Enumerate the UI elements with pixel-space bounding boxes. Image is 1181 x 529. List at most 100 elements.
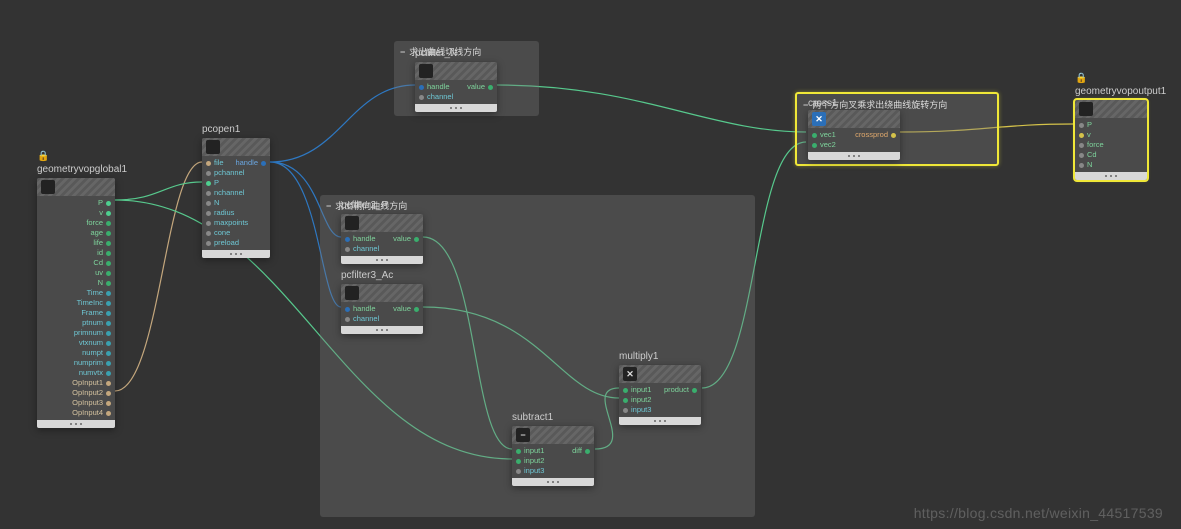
output-port[interactable] xyxy=(106,201,111,206)
output-port[interactable] xyxy=(106,331,111,336)
port-row: nchannel xyxy=(206,188,266,198)
port-row: filehandle xyxy=(206,158,266,168)
input-port[interactable] xyxy=(206,221,211,226)
port-label: input2 xyxy=(631,395,651,405)
output-port[interactable] xyxy=(106,241,111,246)
port-row: input1diff xyxy=(516,446,590,456)
output-port[interactable] xyxy=(106,401,111,406)
port-row: Frame xyxy=(41,308,111,318)
input-port[interactable] xyxy=(1079,133,1084,138)
node-title: geometryvopglobal1 xyxy=(37,164,127,175)
port-label: channel xyxy=(353,314,379,324)
watermark-text: https://blog.csdn.net/weixin_44517539 xyxy=(914,505,1163,521)
output-port[interactable] xyxy=(106,281,111,286)
input-port[interactable] xyxy=(206,191,211,196)
node-cross1[interactable]: cross1 ✕ vec1crossprodvec2 xyxy=(808,110,900,160)
input-port[interactable] xyxy=(516,459,521,464)
input-port[interactable] xyxy=(206,201,211,206)
port-row: vtxnum xyxy=(41,338,111,348)
node-geometryvopglobal1[interactable]: 🔒 geometryvopglobal1 PvforceagelifeidCdu… xyxy=(37,178,115,428)
output-port[interactable] xyxy=(106,271,111,276)
port-row: OpInput2 xyxy=(41,388,111,398)
output-port[interactable] xyxy=(414,307,419,312)
vop-network-canvas[interactable]: − 求出曲线切线方向 − 求出朝向曲线方向 − 两个方向叉乘求出绕曲线旋转方向 … xyxy=(0,0,1181,529)
input-port[interactable] xyxy=(206,211,211,216)
output-port[interactable] xyxy=(585,449,590,454)
node-geometryvopoutput1[interactable]: 🔒 geometryvopoutput1 PvforceCdN xyxy=(1075,100,1147,180)
node-pcfilter3-Ac[interactable]: pcfilter3_Ac handlevaluechannel xyxy=(341,284,423,334)
node-pcfilter2-P[interactable]: pcfilter2_P handlevaluechannel xyxy=(341,214,423,264)
node-icon xyxy=(345,216,359,230)
node-multiply1[interactable]: multiply1 ✕ input1productinput2input3 xyxy=(619,365,701,425)
output-port[interactable] xyxy=(106,301,111,306)
node-pcopen1[interactable]: pcopen1 filehandlepchannelPnchannelNradi… xyxy=(202,138,270,258)
input-port[interactable] xyxy=(623,388,628,393)
input-port[interactable] xyxy=(1079,163,1084,168)
output-port[interactable] xyxy=(106,351,111,356)
port-row: age xyxy=(41,228,111,238)
output-port[interactable] xyxy=(106,371,111,376)
input-port[interactable] xyxy=(345,307,350,312)
input-port[interactable] xyxy=(623,408,628,413)
input-port[interactable] xyxy=(812,133,817,138)
port-row: vec2 xyxy=(812,140,896,150)
input-port[interactable] xyxy=(1079,153,1084,158)
output-port[interactable] xyxy=(106,251,111,256)
output-port[interactable] xyxy=(106,381,111,386)
port-label: value xyxy=(393,304,411,314)
node-pcfilter-N[interactable]: pcfilter_N handlevaluechannel xyxy=(415,62,497,112)
input-port[interactable] xyxy=(516,449,521,454)
input-port[interactable] xyxy=(1079,143,1084,148)
output-port[interactable] xyxy=(106,311,111,316)
port-label: handle xyxy=(235,158,258,168)
output-port[interactable] xyxy=(106,361,111,366)
input-port[interactable] xyxy=(1079,123,1084,128)
port-label: value xyxy=(467,82,485,92)
node-subtract1[interactable]: subtract1 − input1diffinput2input3 xyxy=(512,426,594,486)
output-port[interactable] xyxy=(106,231,111,236)
input-port[interactable] xyxy=(623,398,628,403)
input-port[interactable] xyxy=(516,469,521,474)
output-port[interactable] xyxy=(106,341,111,346)
input-port[interactable] xyxy=(206,181,211,186)
input-port[interactable] xyxy=(206,231,211,236)
output-port[interactable] xyxy=(106,211,111,216)
cross-icon: ✕ xyxy=(812,112,826,126)
output-port[interactable] xyxy=(106,261,111,266)
port-row: P xyxy=(1079,120,1143,130)
output-port[interactable] xyxy=(692,388,697,393)
output-port[interactable] xyxy=(261,161,266,166)
port-label: P xyxy=(214,178,219,188)
input-port[interactable] xyxy=(419,95,424,100)
port-label: uv xyxy=(95,268,103,278)
input-port[interactable] xyxy=(812,143,817,148)
output-port[interactable] xyxy=(106,221,111,226)
output-port[interactable] xyxy=(106,411,111,416)
port-row: primnum xyxy=(41,328,111,338)
input-port[interactable] xyxy=(206,171,211,176)
input-port[interactable] xyxy=(206,161,211,166)
input-port[interactable] xyxy=(345,237,350,242)
collapse-icon[interactable]: − xyxy=(400,47,405,57)
port-row: maxpoints xyxy=(206,218,266,228)
output-port[interactable] xyxy=(106,391,111,396)
port-label: input3 xyxy=(631,405,651,415)
input-port[interactable] xyxy=(345,247,350,252)
collapse-icon[interactable]: − xyxy=(326,201,331,211)
port-label: N xyxy=(1087,160,1092,170)
port-row: preload xyxy=(206,238,266,248)
output-port[interactable] xyxy=(106,291,111,296)
output-port[interactable] xyxy=(414,237,419,242)
port-label: vec1 xyxy=(820,130,836,140)
input-port[interactable] xyxy=(345,317,350,322)
port-label: vec2 xyxy=(820,140,836,150)
output-port[interactable] xyxy=(106,321,111,326)
port-row: life xyxy=(41,238,111,248)
output-port[interactable] xyxy=(488,85,493,90)
port-row: OpInput4 xyxy=(41,408,111,418)
port-row: numprim xyxy=(41,358,111,368)
output-port[interactable] xyxy=(891,133,896,138)
port-label: input2 xyxy=(524,456,544,466)
input-port[interactable] xyxy=(419,85,424,90)
input-port[interactable] xyxy=(206,241,211,246)
